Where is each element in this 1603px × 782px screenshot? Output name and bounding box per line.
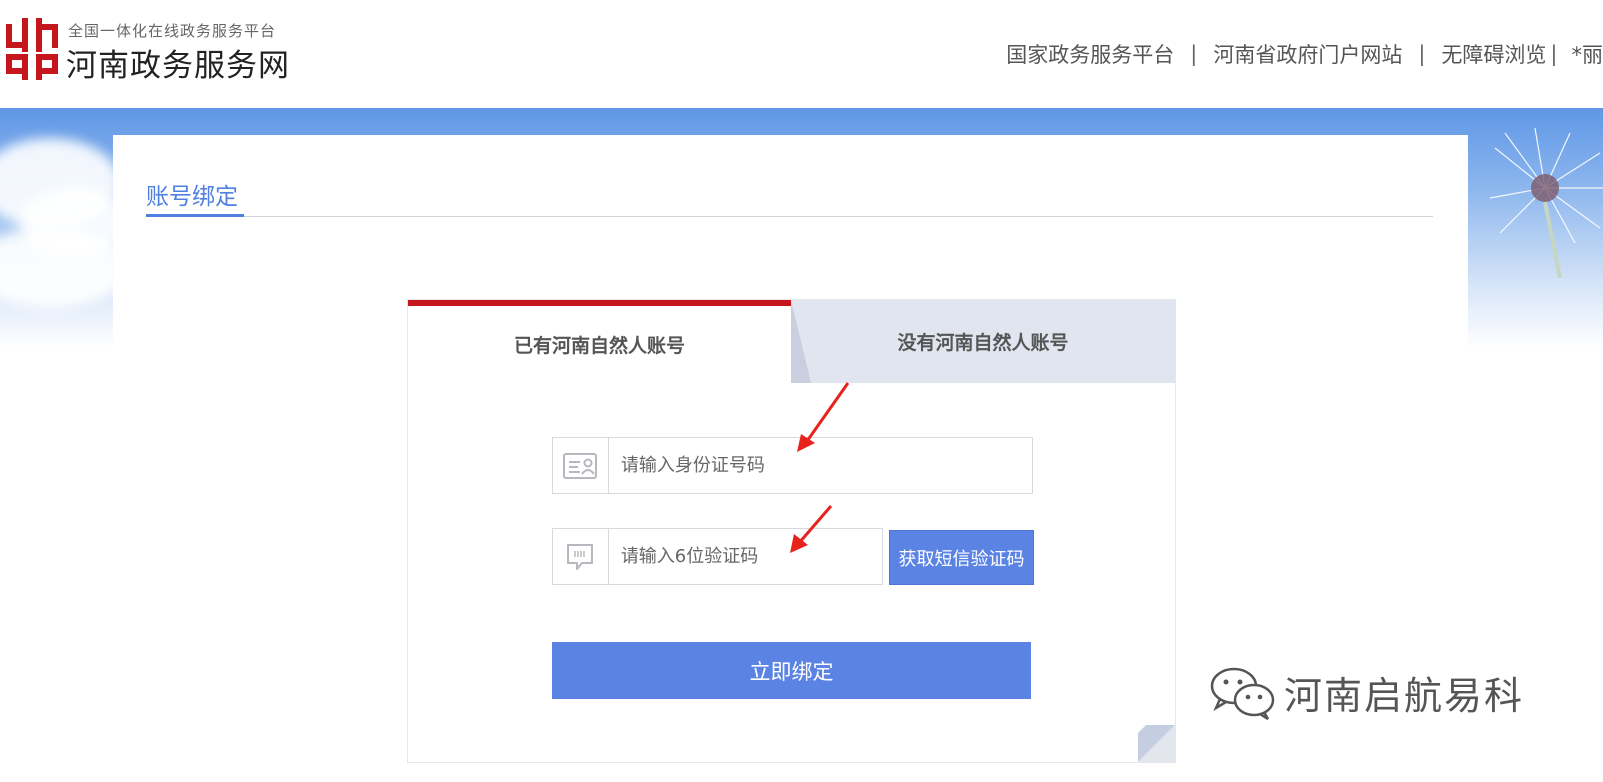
nav-user-name[interactable]: *丽 [1572, 39, 1603, 69]
wechat-icon [1210, 667, 1275, 720]
annotation-arrow [797, 382, 850, 452]
nav-separator: | [1418, 42, 1426, 66]
tab-no-account[interactable]: 没有河南自然人账号 [791, 300, 1175, 383]
tab-fold-decoration [791, 300, 811, 383]
title-underline [146, 214, 244, 217]
top-nav: 国家政务服务平台 | 河南省政府门户网站 | 无障碍浏览 | *丽 [1006, 38, 1603, 70]
bind-now-button[interactable]: 立即绑定 [552, 642, 1031, 699]
watermark-text: 河南启航易科 [1284, 674, 1525, 718]
page-title: 账号绑定 [146, 184, 238, 210]
logo-icon[interactable] [6, 18, 58, 80]
site-header: 全国一体化在线政务服务平台 河南政务服务网 国家政务服务平台 | 河南省政府门户… [0, 0, 1603, 108]
bind-account-card: 已有河南自然人账号 没有河南自然人账号 请输入身份证号码 请输入6位验证码 获取… [407, 299, 1176, 763]
watermark: 河南启航易科 [1210, 665, 1524, 720]
get-sms-code-button[interactable]: 获取短信验证码 [889, 530, 1034, 585]
nav-link-national-platform[interactable]: 国家政务服务平台 [1006, 39, 1174, 69]
nav-separator: | [1190, 42, 1198, 66]
nav-link-accessibility[interactable]: 无障碍浏览 [1441, 39, 1546, 69]
message-icon [553, 529, 609, 584]
logo-subtitle: 全国一体化在线政务服务平台 [68, 22, 277, 40]
nav-separator: | [1550, 42, 1558, 66]
dandelion-decoration [1490, 128, 1603, 278]
title-divider [146, 216, 1433, 217]
logo-title[interactable]: 河南政务服务网 [66, 40, 290, 85]
id-card-icon [553, 438, 609, 493]
tab-existing-account[interactable]: 已有河南自然人账号 [408, 300, 791, 383]
annotation-arrow [790, 505, 833, 553]
nav-link-provincial-portal[interactable]: 河南省政府门户网站 [1213, 39, 1402, 69]
page-curl-decoration [1138, 725, 1175, 762]
